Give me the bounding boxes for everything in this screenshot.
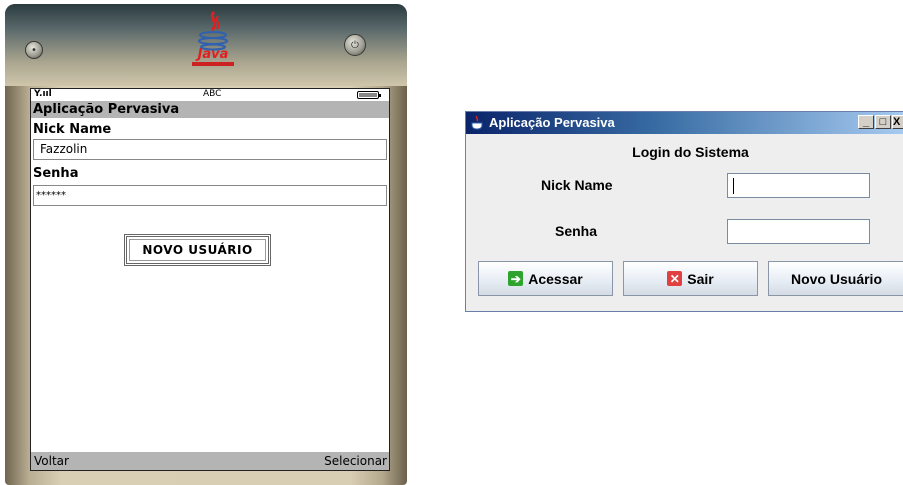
close-x-icon: ✕	[667, 271, 683, 286]
login-window: Aplicação Pervasiva _ □ X Login do Siste…	[465, 111, 903, 312]
senha-label: Senha	[33, 166, 79, 181]
midlet-title: Aplicação Pervasiva	[31, 101, 389, 118]
novo-usuario-button[interactable]: NOVO USUÁRIO	[124, 234, 271, 266]
phone-power-button[interactable]: ⏻	[344, 34, 366, 56]
java-brand-text: Java	[197, 47, 229, 62]
senha-label: Senha	[555, 223, 598, 239]
phone-screen: Y.ııl ABC Aplicação Pervasiva Nick Name …	[30, 88, 390, 471]
text-caret	[733, 178, 734, 194]
selecionar-softkey[interactable]: Selecionar	[324, 454, 387, 468]
arrow-right-icon: ➔	[508, 271, 524, 286]
novo-usuario-button[interactable]: Novo Usuário	[768, 261, 903, 296]
window-title: Aplicação Pervasiva	[489, 115, 615, 130]
senha-input[interactable]	[727, 219, 870, 244]
phone-top-panel: • ⏻ Java	[5, 4, 407, 86]
acessar-button[interactable]: ➔ Acessar	[478, 261, 613, 296]
java-coffee-cup-icon	[471, 116, 483, 130]
acessar-label: Acessar	[528, 270, 583, 287]
input-mode-indicator: ABC	[203, 89, 222, 99]
power-icon: ⏻	[351, 39, 359, 51]
nick-name-label: Nick Name	[33, 122, 112, 137]
maximize-button[interactable]: □	[875, 115, 891, 129]
nick-name-label: Nick Name	[541, 177, 613, 193]
phone-status-bar: Y.ııl ABC	[31, 89, 389, 101]
senha-field[interactable]: ******	[33, 185, 387, 206]
dot-icon: •	[31, 44, 37, 56]
minimize-button[interactable]: _	[858, 115, 874, 129]
phone-left-hardware-button[interactable]: •	[25, 41, 43, 59]
sair-button[interactable]: ✕ Sair	[623, 261, 758, 296]
sair-label: Sair	[687, 270, 714, 287]
nick-name-field[interactable]: Fazzolin	[33, 139, 387, 160]
voltar-softkey[interactable]: Voltar	[34, 454, 69, 468]
nick-name-input[interactable]	[727, 173, 870, 198]
window-titlebar[interactable]: Aplicação Pervasiva _ □ X	[466, 112, 903, 134]
softkey-bar: Voltar Selecionar	[31, 452, 389, 470]
signal-indicator: Y.ııl	[34, 89, 52, 99]
phone-emulator: • ⏻ Java Y.ııl ABC Aplicação Pervasiva N…	[5, 4, 407, 485]
battery-icon	[357, 91, 381, 99]
login-heading: Login do Sistema	[632, 144, 749, 160]
close-button[interactable]: X	[892, 115, 903, 129]
novo-usuario-label: Novo Usuário	[790, 270, 882, 287]
java-powered-strip	[192, 62, 234, 66]
